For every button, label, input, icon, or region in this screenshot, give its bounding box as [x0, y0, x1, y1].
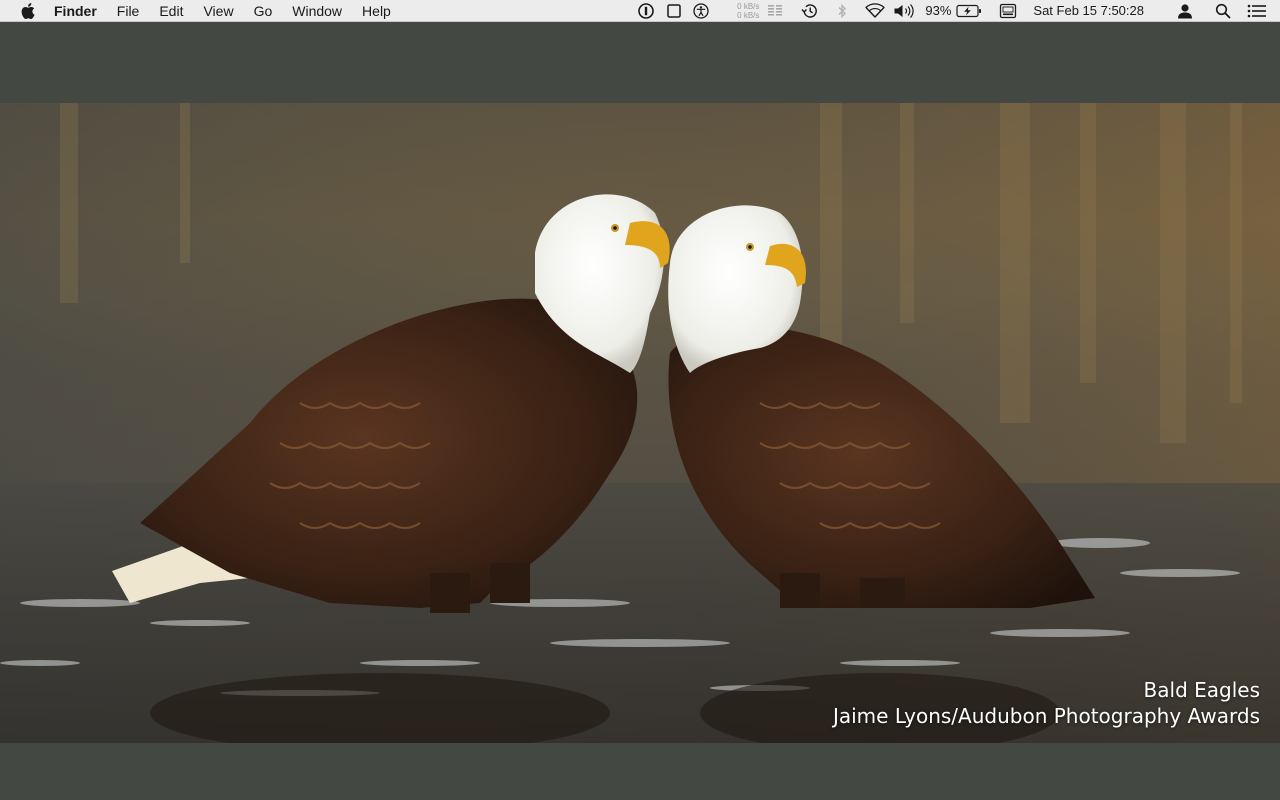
menu-window[interactable]: Window [282, 0, 352, 22]
battery-percent[interactable]: 93% [925, 0, 951, 22]
menu-file[interactable]: File [107, 0, 150, 22]
menu-bar-left: Finder File Edit View Go Window Help [0, 0, 401, 22]
menu-help[interactable]: Help [352, 0, 401, 22]
memory-bars-icon[interactable] [765, 0, 785, 22]
volume-icon[interactable] [891, 0, 917, 22]
search-icon[interactable] [1212, 0, 1234, 22]
menu-bar-status-area: 0 kB/s 0 kB/s 93% Sat Feb 15 7:50:28 [633, 0, 1280, 22]
net-download-speed: 0 kB/s [737, 11, 760, 20]
menu-bar: Finder File Edit View Go Window Help 0 k… [0, 0, 1280, 22]
accessibility-icon[interactable] [687, 0, 715, 22]
apple-logo-icon[interactable] [21, 2, 35, 19]
wifi-icon[interactable] [861, 0, 889, 22]
wallpaper-caption: Bald Eagles Jaime Lyons/Audubon Photogra… [833, 677, 1260, 729]
menu-app-finder[interactable]: Finder [54, 0, 107, 22]
menu-go[interactable]: Go [244, 0, 283, 22]
notification-center-icon[interactable] [1244, 0, 1270, 22]
battery-charging-icon[interactable] [955, 0, 983, 22]
keyboard-input-icon[interactable] [997, 0, 1019, 22]
wallpaper-title: Bald Eagles [1143, 678, 1260, 702]
net-upload-speed: 0 kB/s [737, 2, 760, 11]
bluetooth-icon[interactable] [831, 0, 853, 22]
window-icon[interactable] [661, 0, 687, 22]
user-icon[interactable] [1174, 0, 1196, 22]
network-speed-icon[interactable]: 0 kB/s 0 kB/s [737, 2, 759, 20]
menu-edit[interactable]: Edit [149, 0, 193, 22]
clock-datetime[interactable]: Sat Feb 15 7:50:28 [1033, 0, 1144, 22]
menu-view[interactable]: View [193, 0, 243, 22]
password-manager-icon[interactable] [633, 0, 659, 22]
wallpaper-photo: Bald Eagles Jaime Lyons/Audubon Photogra… [0, 103, 1280, 743]
time-machine-icon[interactable] [797, 0, 823, 22]
desktop[interactable]: Bald Eagles Jaime Lyons/Audubon Photogra… [0, 23, 1280, 800]
bald-eagles-illustration [0, 103, 1280, 743]
wallpaper-credit: Jaime Lyons/Audubon Photography Awards [832, 704, 1260, 728]
